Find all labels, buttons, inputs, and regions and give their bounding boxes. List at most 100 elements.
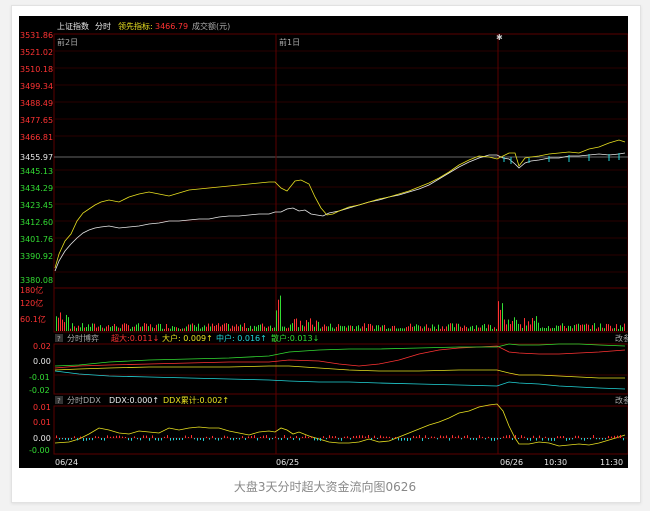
ddx-bar: [89, 438, 90, 440]
volume-bar: [446, 326, 447, 331]
ddx-bar: [560, 436, 561, 438]
volume-bar: [152, 327, 153, 331]
volume-bar: [76, 327, 77, 331]
volume-bar: [278, 299, 279, 331]
volume-bar: [202, 327, 203, 331]
volume-bar: [346, 327, 347, 331]
ddx-bar: [590, 438, 591, 440]
volume-bar: [538, 322, 539, 331]
volume-bar: [400, 328, 401, 331]
volume-bar: [230, 328, 231, 331]
volume-bar: [194, 325, 195, 331]
game-big-line: [54, 365, 625, 379]
volume-bar: [384, 324, 385, 331]
ddx-bar: [608, 435, 609, 438]
ddx-bar: [332, 436, 333, 438]
ddx-bar: [254, 435, 255, 438]
index-name[interactable]: 上证指数: [57, 21, 89, 31]
ddx-settings-link[interactable]: 改参: [615, 395, 628, 405]
volume-bar: [440, 328, 441, 331]
ddx-bar: [374, 435, 375, 438]
svg-text:3455.97: 3455.97: [20, 153, 53, 162]
ddx-bar: [104, 438, 105, 441]
ddx-bar: [317, 438, 318, 441]
volume-bar: [260, 324, 261, 331]
volume-bar: [198, 323, 199, 331]
ddx-bar: [59, 438, 60, 440]
game-mid-line: [54, 370, 626, 390]
ddx-bar: [605, 438, 606, 440]
ddx-bar: [581, 438, 582, 440]
volume-bar: [124, 323, 125, 331]
ddx-bar: [80, 436, 81, 438]
volume-bar: [462, 327, 463, 331]
volume-bar: [280, 295, 281, 331]
ddx-bar: [611, 436, 612, 438]
volume-bar: [128, 325, 129, 331]
volume-bar: [180, 328, 181, 331]
game-settings-link[interactable]: 改参: [615, 333, 628, 343]
ddx-bar: [164, 436, 165, 438]
svg-text:0.01: 0.01: [33, 403, 51, 412]
ddx-bar: [554, 438, 555, 441]
volume-bar: [562, 323, 563, 331]
volume-bar: [432, 324, 433, 331]
ddx-bar: [86, 438, 87, 441]
svg-text:3401.76: 3401.76: [20, 235, 53, 244]
volume-bar: [414, 326, 415, 331]
volume-bar: [482, 325, 483, 331]
ddx-bar: [461, 438, 462, 440]
volume-bar: [310, 318, 311, 331]
mode-label[interactable]: 分时: [95, 21, 111, 31]
volume-bar: [144, 323, 145, 331]
volume-bar: [308, 322, 309, 331]
volume-bar: [244, 323, 245, 331]
ddx-bar: [257, 438, 258, 441]
volume-bar: [250, 325, 251, 331]
ddx-bar: [410, 438, 411, 441]
ddx-bar: [512, 438, 513, 440]
ddx-bar: [203, 438, 204, 441]
ddx-bar: [491, 438, 492, 441]
svg-text:06/25: 06/25: [276, 458, 299, 467]
volume-bar: [532, 317, 533, 331]
volume-bar: [500, 309, 501, 331]
volume-bar: [470, 326, 471, 331]
ddx-bar: [119, 435, 120, 438]
ddx-bar: [353, 436, 354, 438]
volume-bar: [402, 328, 403, 331]
volume-bar: [68, 317, 69, 331]
volume-bar: [368, 323, 369, 331]
ddx-bar: [263, 435, 264, 438]
ddx-bar: [383, 436, 384, 438]
volume-bar: [294, 319, 295, 331]
ddx-bar: [386, 436, 387, 438]
volume-bar: [358, 325, 359, 331]
ddx-bar: [485, 438, 486, 440]
svg-text:0.00: 0.00: [33, 357, 51, 366]
volume-bar: [464, 325, 465, 331]
pin-icon[interactable]: ✱: [496, 33, 503, 42]
ddx-bar: [416, 436, 417, 438]
ddx-bar: [143, 435, 144, 438]
volume-bar: [168, 328, 169, 331]
volume-bar: [210, 326, 211, 331]
volume-bar: [404, 328, 405, 331]
volume-bar: [394, 325, 395, 331]
svg-text:?: ?: [57, 335, 61, 343]
ddx-title[interactable]: 分时DDX: [67, 395, 101, 405]
svg-text:3488.49: 3488.49: [20, 99, 53, 108]
volume-bar: [208, 323, 209, 331]
ddx-bar: [326, 438, 327, 440]
volume-bar: [490, 325, 491, 331]
volume-bar: [350, 325, 351, 331]
ddx-bar: [62, 438, 63, 440]
ddx-bar: [587, 438, 588, 440]
game-title[interactable]: 分时博弈: [67, 333, 99, 343]
ddx-bar: [524, 436, 525, 438]
volume-bar: [526, 325, 527, 331]
volume-bar: [292, 323, 293, 331]
volume-bar: [342, 326, 343, 331]
volume-bar: [56, 316, 57, 331]
volume-bar: [60, 312, 61, 331]
